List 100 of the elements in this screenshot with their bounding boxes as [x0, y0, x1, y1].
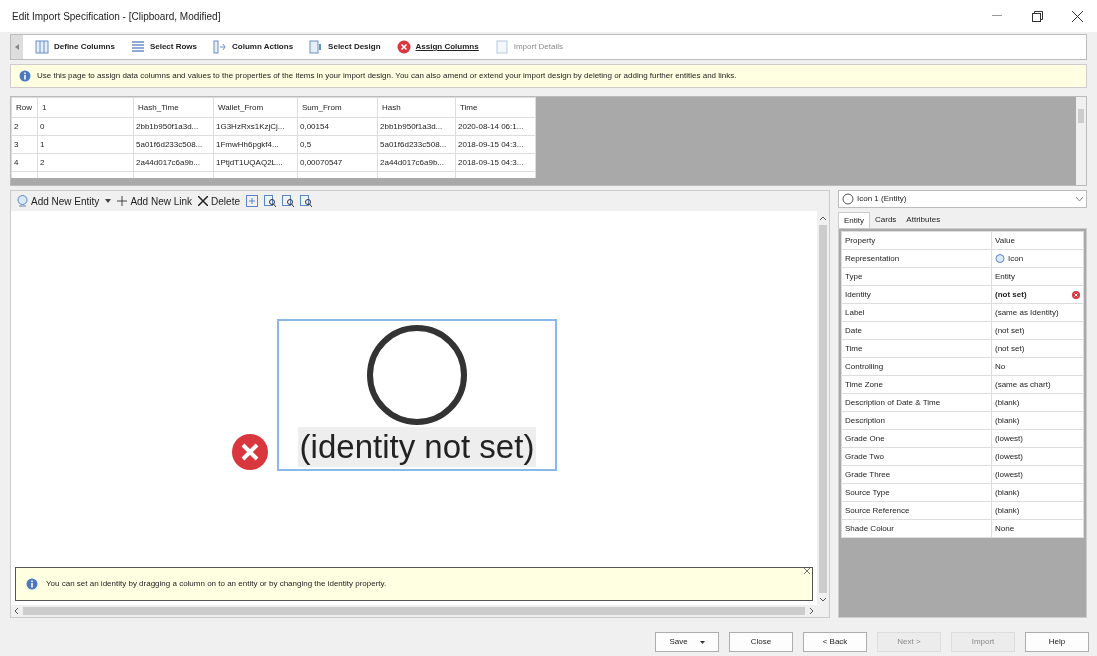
info-text: Use this page to assign data columns and values to the properties of the items in your import design. You can also amend or extend your import design by deleting or adding further entities and links.	[37, 70, 737, 82]
property-name: Date	[841, 321, 992, 340]
rows-icon	[130, 40, 145, 54]
table-cell: 2a44d017c6a9b...	[377, 153, 456, 172]
property-name: Controlling	[841, 357, 992, 376]
window-title: Edit Import Specification - [Clipboard, Modified]	[12, 9, 222, 24]
table-cell: 4	[11, 153, 38, 172]
table-cell: 2018-09-15 04:3...	[455, 153, 536, 172]
scrollbar-thumb[interactable]	[819, 225, 827, 593]
table-cell: 1	[37, 135, 134, 154]
dialog-button[interactable]: Save	[655, 632, 719, 652]
table-cell: 0	[37, 117, 134, 136]
delete-button[interactable]: Delete	[198, 193, 240, 209]
dialog-button[interactable]: Help	[1025, 632, 1089, 652]
property-name: Label	[841, 303, 992, 322]
table-cell: 1FmwHh6pgkf4...	[213, 135, 298, 154]
property-name: Type	[841, 267, 992, 286]
vertical-scrollbar[interactable]	[1076, 97, 1086, 185]
property-name: Source Type	[841, 483, 992, 502]
column-header[interactable]: Time	[455, 97, 536, 118]
column-header[interactable]: Hash_Time	[133, 97, 214, 118]
close-icon	[1071, 10, 1083, 22]
close-hint-icon[interactable]	[804, 568, 810, 574]
property-name: Grade Three	[841, 465, 992, 484]
property-name: Description of Date & Time	[841, 393, 992, 412]
layout-button[interactable]	[246, 195, 258, 207]
table-cell: 5a01f6d233c508...	[133, 135, 214, 154]
entity-circle-icon	[365, 323, 469, 427]
arrow-up-icon[interactable]	[819, 215, 827, 223]
table-cell: 5a01f6d233c508...	[377, 135, 456, 154]
layout-icon	[246, 195, 258, 207]
wizard-step[interactable]: Define Columns	[35, 40, 115, 54]
dropdown-icon[interactable]	[699, 640, 705, 644]
entity-selector[interactable]: Icon 1 (Entity)	[838, 190, 1087, 208]
columns-icon	[35, 40, 49, 54]
entity-label: (identity not set)	[297, 427, 537, 467]
property-name: Representation	[841, 249, 992, 268]
zoom-icon	[282, 195, 294, 207]
error-icon	[396, 40, 411, 54]
zoom-button[interactable]	[300, 195, 312, 207]
zoom-button[interactable]	[282, 195, 294, 207]
info-icon	[19, 70, 31, 82]
arrow-down-icon[interactable]	[819, 595, 827, 603]
chevron-down-icon	[1076, 196, 1083, 202]
table-cell: 1PtjdT1UQAQ2L...	[213, 153, 298, 172]
property-name: Grade One	[841, 429, 992, 448]
entity-icon	[995, 253, 1005, 264]
column-header[interactable]: Wallet_From	[213, 97, 298, 118]
scrollbar-thumb[interactable]	[1078, 109, 1084, 123]
table-cell: 2018-09-15 04:3...	[455, 135, 536, 154]
horizontal-scrollbar[interactable]	[11, 605, 817, 617]
arrow-left-icon[interactable]	[13, 607, 21, 615]
wizard-step[interactable]: Assign Columns	[396, 40, 479, 54]
zoom-icon	[264, 195, 276, 207]
table-cell: 0,00070547	[297, 153, 378, 172]
table-cell: 2	[11, 117, 38, 136]
wizard-step[interactable]: Select Rows	[130, 40, 198, 54]
info-icon	[26, 578, 38, 590]
dropdown-icon[interactable]	[105, 199, 112, 203]
zoom-button[interactable]	[264, 195, 276, 207]
property-name: Grade Two	[841, 447, 992, 466]
selected-entity[interactable]: (identity not set)	[277, 319, 557, 471]
table-cell: 2	[37, 153, 134, 172]
circle-icon	[842, 193, 854, 205]
plus-icon	[117, 196, 128, 206]
scroll-left-button[interactable]	[11, 35, 23, 59]
dialog-button[interactable]: < Back	[803, 632, 867, 652]
column-header[interactable]: Hash	[377, 97, 456, 118]
table-cell: 0,00154	[297, 117, 378, 136]
add-link-button[interactable]: Add New Link	[117, 193, 193, 209]
table-cell: 1G3HzRxs1KzjCj...	[213, 117, 298, 136]
table-cell: 2020-08-14 06:1...	[455, 117, 536, 136]
column-header[interactable]: Row	[11, 97, 38, 118]
wizard-step[interactable]: Column Actions	[213, 40, 294, 54]
hint-text: You can set an identity by dragging a column on to an entity or by changing the identity property.	[46, 578, 387, 590]
dialog-button[interactable]: Close	[729, 632, 793, 652]
add-entity-button[interactable]: Add New Entity	[17, 193, 100, 209]
table-cell: 2bb1b950f1a3d...	[377, 117, 456, 136]
inspector-tab[interactable]: Entity	[838, 212, 870, 228]
restore-icon	[1031, 10, 1043, 22]
property-name: Time Zone	[841, 375, 992, 394]
table-cell: 3	[11, 135, 38, 154]
arrow-right-icon[interactable]	[807, 607, 815, 615]
minimize-icon	[992, 15, 1002, 17]
arrow-left-icon	[15, 44, 19, 50]
column-header[interactable]: Sum_From	[297, 97, 378, 118]
design-icon	[309, 40, 324, 54]
scrollbar-thumb[interactable]	[23, 607, 805, 615]
column-header[interactable]: Value	[991, 231, 1084, 250]
selector-text: Icon 1 (Entity)	[857, 193, 908, 205]
property-name: Source Reference	[841, 501, 992, 520]
property-name: Shade Colour	[841, 519, 992, 538]
column-header[interactable]: Property	[841, 231, 992, 250]
wizard-step[interactable]: Select Design	[309, 40, 381, 54]
table-cell: 2bb1b950f1a3d...	[133, 117, 214, 136]
property-name: Description	[841, 411, 992, 430]
column-actions-icon	[213, 40, 228, 54]
table-cell: 0,5	[297, 135, 378, 154]
column-header[interactable]: 1	[37, 97, 134, 118]
vertical-scrollbar[interactable]	[817, 211, 829, 617]
